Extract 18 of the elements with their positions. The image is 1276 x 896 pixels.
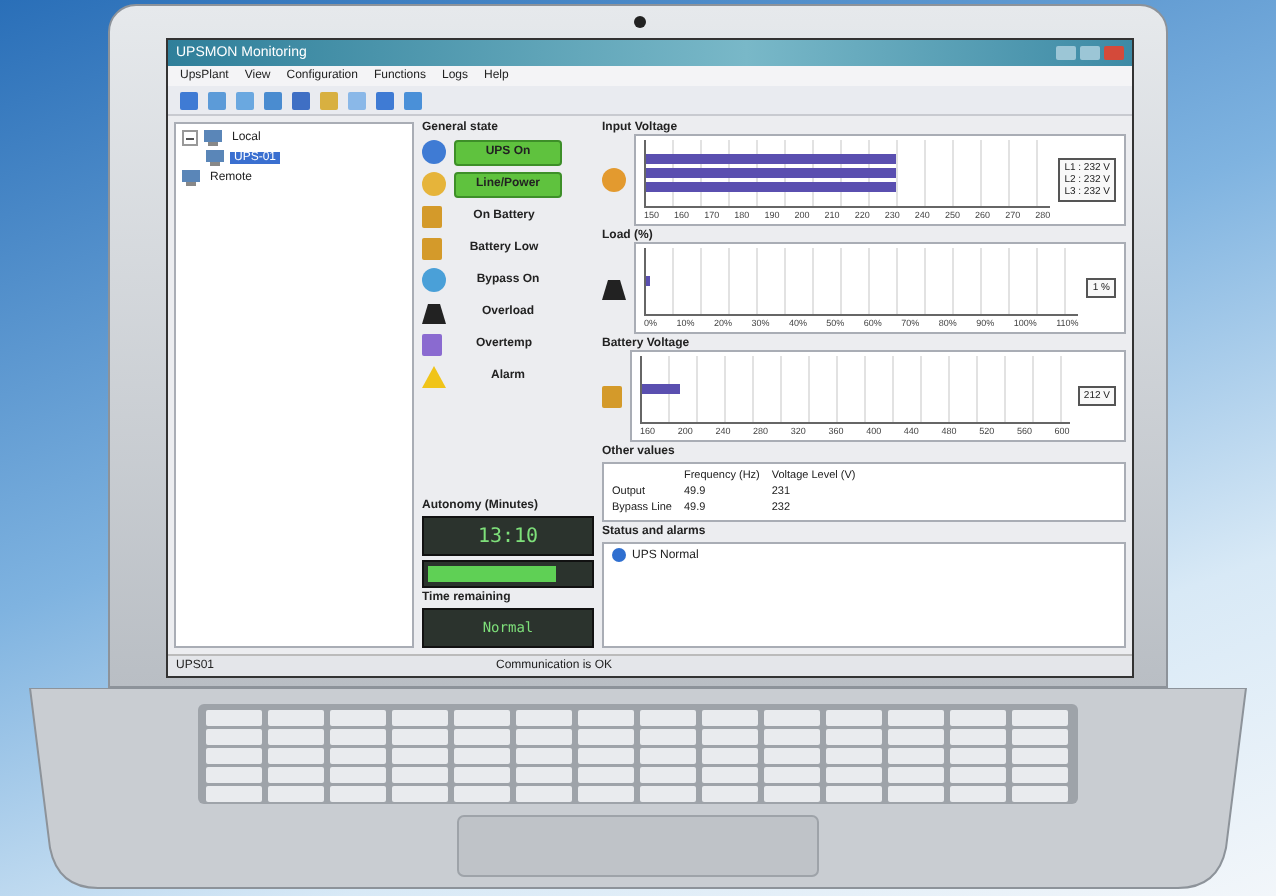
weight-icon <box>602 277 626 299</box>
status-icon <box>422 172 446 196</box>
status-icon <box>602 168 626 192</box>
computer-icon <box>182 170 200 186</box>
status-icon <box>422 268 446 292</box>
computer-icon <box>204 130 222 146</box>
battery-icon <box>602 384 622 408</box>
warning-icon <box>422 365 446 387</box>
computer-icon <box>206 150 224 166</box>
battery-icon <box>422 332 442 356</box>
tree-toggle[interactable] <box>182 130 198 146</box>
battery-icon <box>422 236 442 260</box>
status-icon <box>422 140 446 164</box>
weight-icon <box>422 301 446 323</box>
info-icon <box>612 548 626 562</box>
battery-icon <box>422 204 442 228</box>
webcam-icon <box>634 16 646 28</box>
autonomy-display: 13:10 <box>422 516 594 556</box>
